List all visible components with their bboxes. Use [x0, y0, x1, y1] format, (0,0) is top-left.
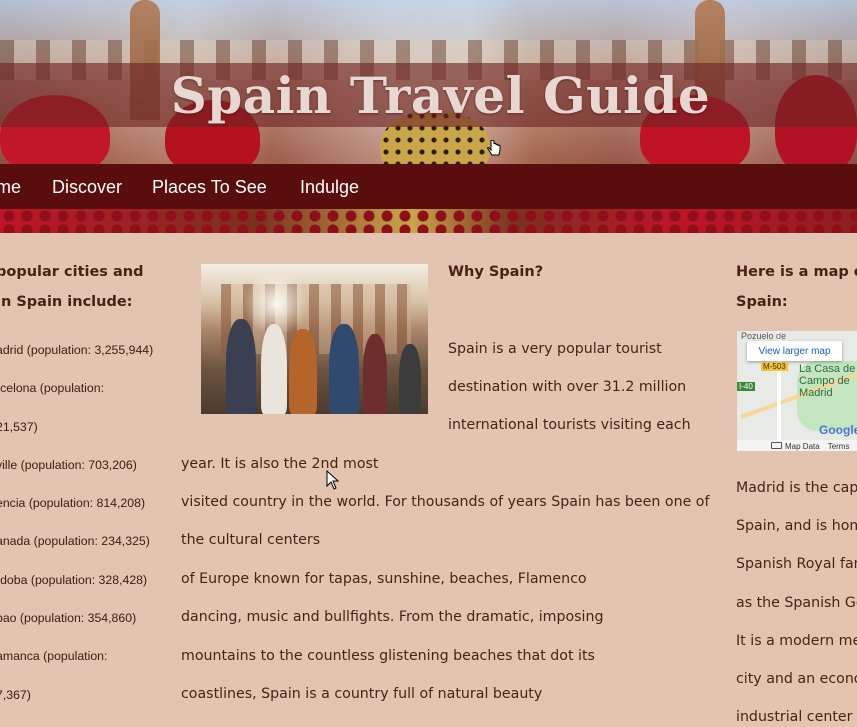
photo-person [399, 344, 421, 414]
madrid-text-line: Madrid is the capi [736, 480, 857, 496]
nav-item-places-to-see[interactable]: Places To See [152, 177, 267, 198]
map-place-label: La Casa de Campo de Madrid [799, 363, 856, 399]
photo-person [226, 319, 256, 414]
madrid-text-line: It is a modern me [736, 633, 857, 649]
madrid-text-line: as the Spanish Go [736, 595, 857, 611]
map-terms-link[interactable]: Terms [828, 442, 850, 451]
why-spain-text-line: visited country in the world. For thousa… [181, 494, 710, 510]
city-item: encia (population: 814,208) [0, 496, 146, 511]
banner-bottom-strip [0, 209, 857, 233]
map-heading-line2: Spain: [736, 294, 788, 310]
keyboard-shortcuts-icon[interactable] [771, 442, 782, 449]
map-heading-line1: Here is a map of [736, 264, 857, 280]
city-item: amanca (population: [0, 649, 108, 664]
why-spain-text-line: dancing, music and bullfights. From the … [181, 609, 604, 625]
madrid-text-line: Spanish Royal fam [736, 556, 857, 572]
why-spain-text-line: year. It is also the 2nd most [181, 456, 379, 472]
google-logo: Google [819, 423, 857, 437]
nav-item-home[interactable]: me [0, 177, 21, 198]
nav-item-discover[interactable]: Discover [52, 177, 122, 198]
view-larger-map-link[interactable]: View larger map [747, 341, 842, 361]
madrid-text-line: Spain, and is hom [736, 518, 857, 534]
nav-item-indulge[interactable]: Indulge [300, 177, 359, 198]
city-item: 21,537) [0, 419, 38, 434]
embedded-map[interactable]: Pozuelo de View larger map M-503 I-40 La… [737, 331, 857, 451]
madrid-text-line: city and an econo [736, 671, 857, 687]
city-item: adrid (population: 3,255,944) [0, 343, 154, 357]
city-list: adrid (population: 3,255,944) rcelona (p… [0, 331, 166, 714]
why-spain-text-line: the cultural centers [181, 532, 321, 548]
site-title: Spain Travel Guide [170, 65, 711, 125]
cities-heading-line2: in Spain include: [0, 294, 133, 310]
why-spain-text-line: international tourists visiting each [448, 417, 691, 433]
title-band: Spain Travel Guide [0, 63, 857, 127]
photo-person [289, 329, 317, 414]
map-footer: Map Data Terms [737, 440, 857, 451]
why-spain-text-line: coastlines, Spain is a country full of n… [181, 686, 543, 702]
madrid-text-line: industrial center [736, 709, 853, 725]
why-spain-text-line: of Europe known for tapas, sunshine, bea… [181, 571, 587, 587]
main-nav: me Discover Places To See Indulge [0, 164, 857, 209]
tourists-photo [201, 264, 428, 414]
map-data-link[interactable]: Map Data [785, 442, 820, 451]
cities-heading-line1: popular cities and [0, 264, 144, 280]
city-item: bao (population: 354,860) [0, 611, 137, 626]
city-item: ville (population: 703,206) [0, 457, 137, 472]
map-road-badge: M-503 [761, 362, 788, 371]
photo-person [329, 324, 359, 414]
why-spain-text-line: mountains to the countless glistening be… [181, 648, 595, 664]
photo-person [261, 324, 287, 414]
why-spain-heading: Why Spain? [448, 264, 544, 280]
why-spain-text-line: Spain is a very popular tourist [448, 341, 662, 357]
city-item: 7,367) [0, 687, 31, 702]
map-road-badge: I-40 [737, 382, 755, 391]
photo-person [363, 334, 387, 414]
map-place-label-top: Pozuelo de [741, 331, 787, 341]
city-item: anada (population: 234,325) [0, 534, 150, 549]
city-item: rdoba (population: 328,428) [0, 572, 148, 587]
city-item: rcelona (population: [0, 381, 105, 396]
why-spain-text-line: destination with over 31.2 million [448, 379, 687, 395]
